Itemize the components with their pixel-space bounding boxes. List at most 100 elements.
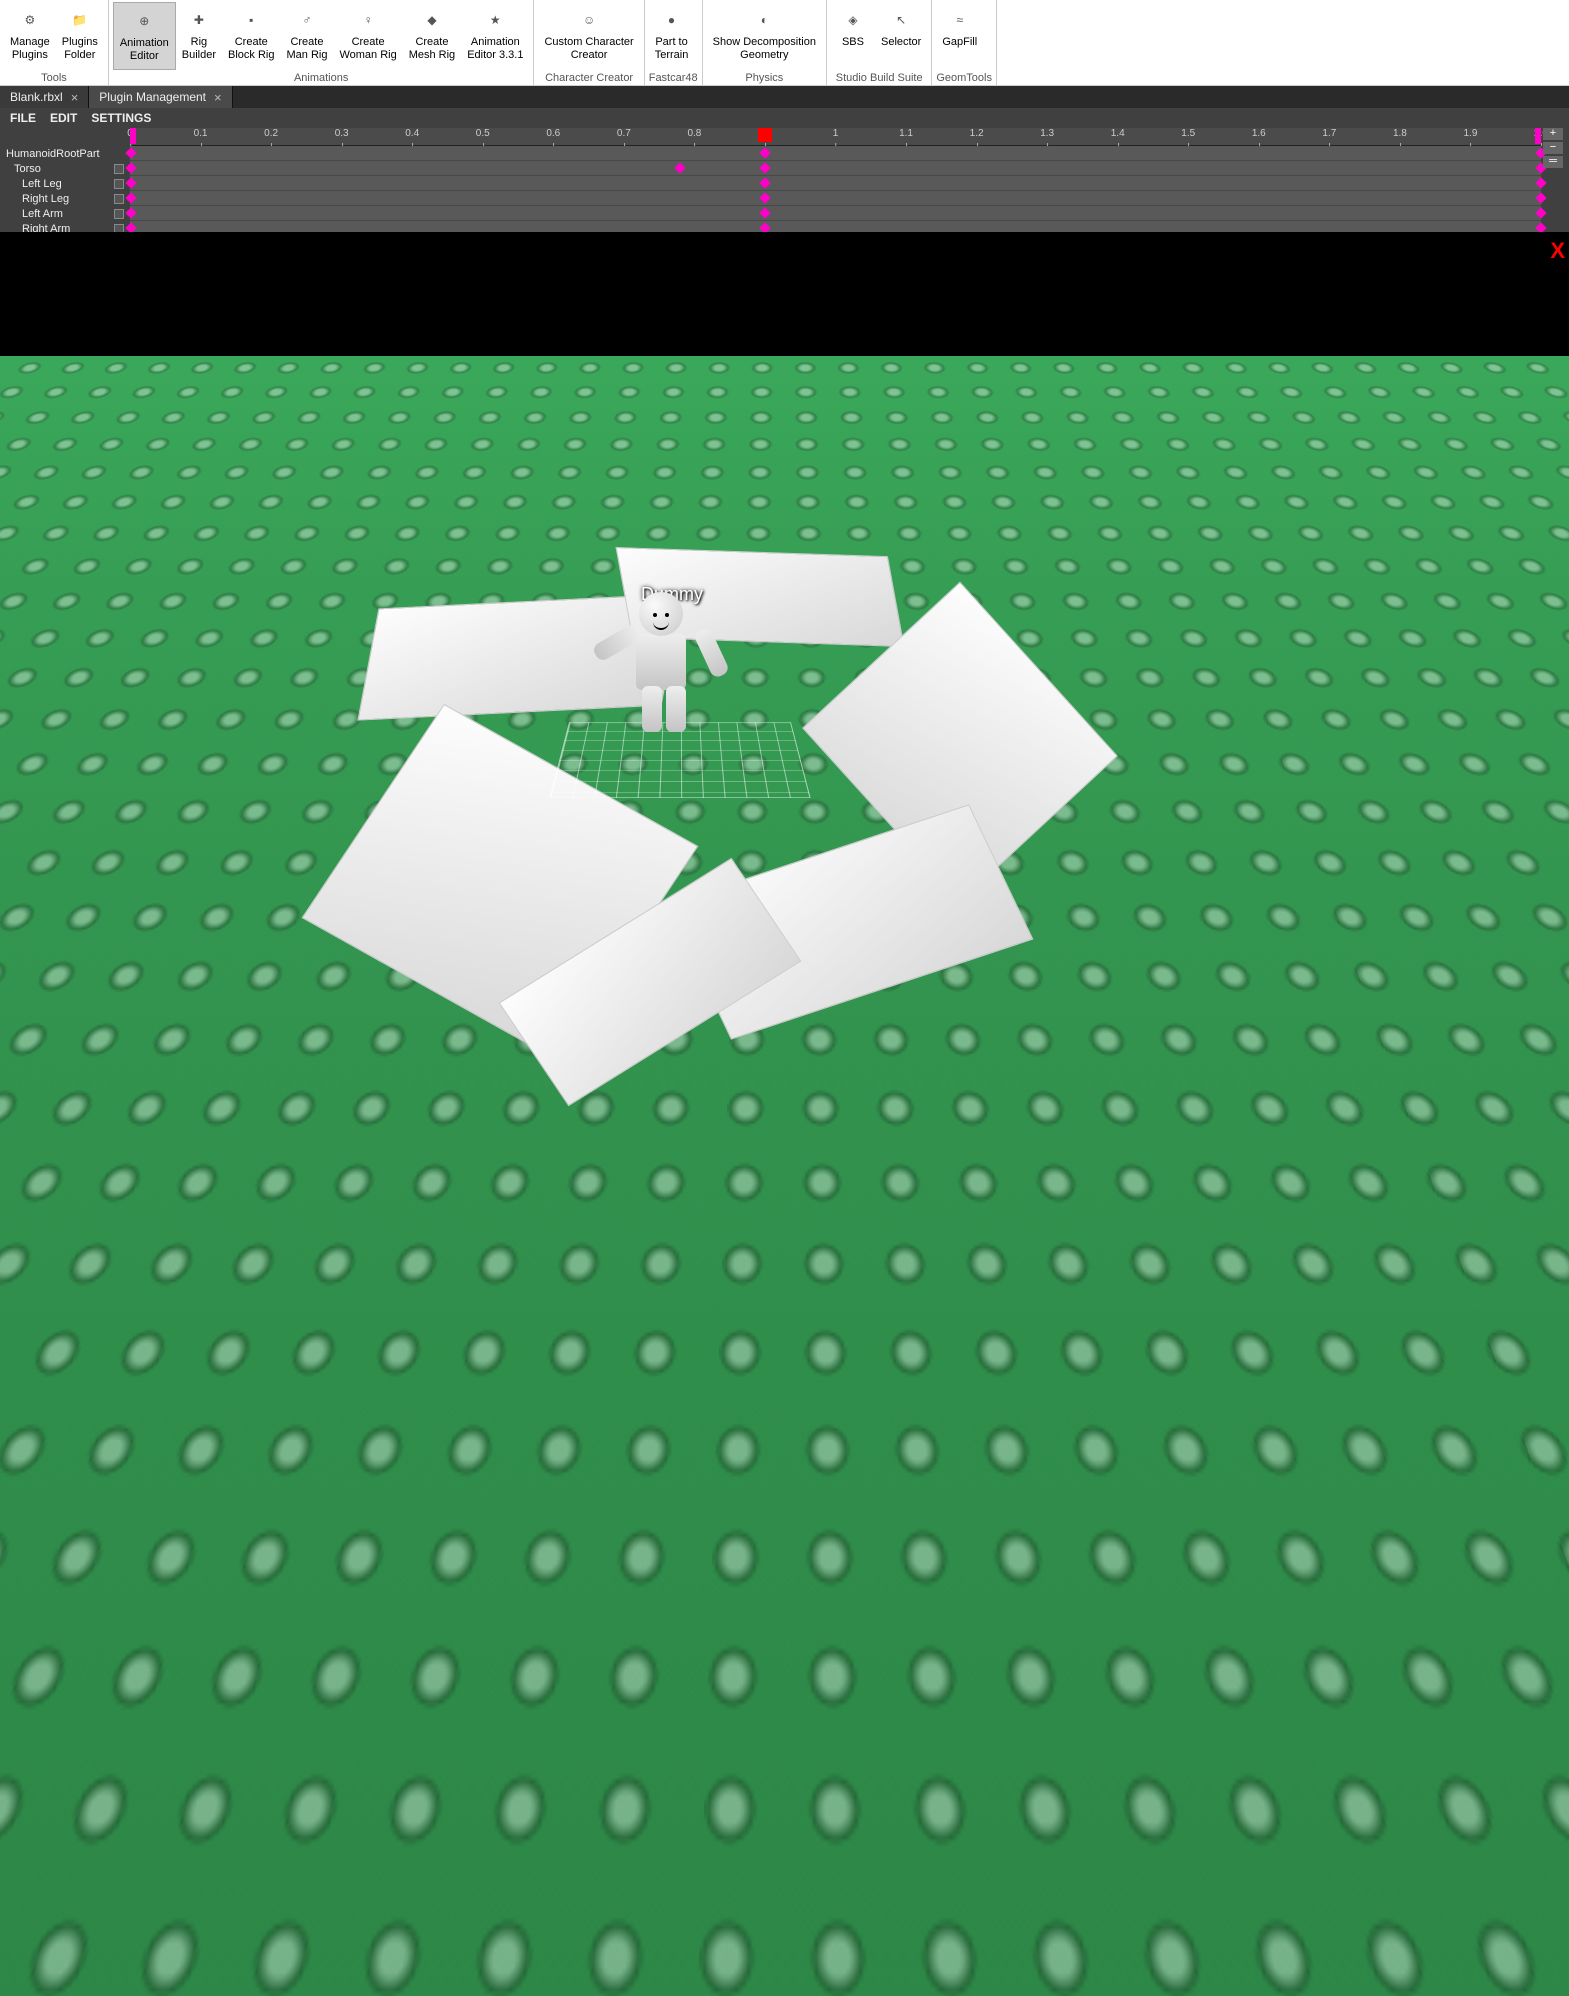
track-row[interactable]: Left Leg	[0, 176, 130, 191]
ribbon-button-selector[interactable]: ↖ Selector	[875, 2, 927, 70]
track-visibility-checkbox[interactable]	[114, 194, 124, 204]
close-animation-editor-button[interactable]: X	[1550, 238, 1565, 264]
ruler-tick: 1.5	[1181, 128, 1195, 139]
close-tab-icon[interactable]: ×	[71, 90, 79, 105]
ruler-tick: 0.8	[687, 128, 701, 139]
playhead[interactable]	[758, 128, 772, 142]
anim-menu-settings[interactable]: SETTINGS	[91, 111, 151, 125]
zoom-in-button[interactable]: +	[1543, 128, 1563, 140]
character-head	[639, 592, 683, 636]
ribbon-group-tools: ⚙Manage Plugins📁Plugins FolderTools	[0, 0, 109, 85]
range-end-handle[interactable]	[1535, 128, 1541, 144]
ribbon-toolbar: ⚙Manage Plugins📁Plugins FolderTools⊕Anim…	[0, 0, 1569, 86]
anim-editor-menu: FILE EDIT SETTINGS	[0, 108, 1569, 128]
ribbon-button-create-woman-rig[interactable]: ♀Create Woman Rig	[333, 2, 402, 70]
track-row[interactable]: Left Arm	[0, 206, 130, 221]
ribbon-button-show-decomposition-geometry[interactable]: ◐Show Decomposition Geometry	[707, 2, 822, 70]
ribbon-button-label: Create Mesh Rig	[409, 36, 455, 62]
ribbon-button-create-man-rig[interactable]: ♂Create Man Rig	[280, 2, 333, 70]
tab-label: Plugin Management	[99, 90, 206, 104]
ruler-tick: 1	[833, 128, 839, 139]
ribbon-group-fastcar48: ●Part to TerrainFastcar48	[645, 0, 703, 85]
ruler-tick: 0.7	[617, 128, 631, 139]
track-name-label: Left Leg	[22, 178, 62, 190]
ribbon-group-label: Animations	[113, 70, 530, 85]
track-row[interactable]: Torso	[0, 161, 130, 176]
ribbon-button-gapfill[interactable]: ≈ GapFill	[936, 2, 983, 70]
3d-viewport[interactable]: Dummy	[0, 232, 1569, 998]
selector-icon: ↖	[887, 6, 915, 34]
man-rig-icon: ♂	[293, 6, 321, 34]
track-visibility-checkbox[interactable]	[114, 179, 124, 189]
sbs-icon: ◈	[839, 6, 867, 34]
ribbon-button-animation-editor[interactable]: ⊕Animation Editor	[113, 2, 176, 70]
ribbon-group-label: Character Creator	[538, 70, 639, 85]
document-tabs: Blank.rbxl × Plugin Management ×	[0, 86, 1569, 108]
ribbon-button-label: Create Man Rig	[286, 36, 327, 62]
ribbon-button-label: Plugins Folder	[62, 36, 98, 62]
rig-icon: ✚	[185, 6, 213, 34]
zoom-out-button[interactable]: −	[1543, 142, 1563, 154]
ribbon-button-custom-character-creator[interactable]: ☺Custom Character Creator	[538, 2, 639, 70]
animation-icon: ⊕	[130, 7, 158, 35]
document-tab[interactable]: Plugin Management ×	[89, 86, 232, 108]
ribbon-button-part-to-terrain[interactable]: ●Part to Terrain	[649, 2, 695, 70]
track-name-label: Torso	[14, 163, 41, 175]
ruler-tick: 1.1	[899, 128, 913, 139]
ribbon-button-label: Animation Editor 3.3.1	[467, 36, 523, 62]
tab-label: Blank.rbxl	[10, 90, 63, 104]
ribbon-button-label: Animation Editor	[120, 37, 169, 63]
creator-icon: ☺	[575, 6, 603, 34]
anim331-icon: ★	[481, 6, 509, 34]
ruler-tick: 1.8	[1393, 128, 1407, 139]
track-row[interactable]: HumanoidRootPart	[0, 146, 130, 161]
ribbon-group-physics: ◐Show Decomposition GeometryPhysics	[703, 0, 827, 85]
ribbon-button-create-mesh-rig[interactable]: ◆Create Mesh Rig	[403, 2, 461, 70]
track-row[interactable]: Right Leg	[0, 191, 130, 206]
keyframe-lane[interactable]	[130, 146, 1541, 161]
ruler-tick: 1.7	[1322, 128, 1336, 139]
keyframe-lane[interactable]	[130, 161, 1541, 176]
ribbon-button-label: Show Decomposition Geometry	[713, 36, 816, 62]
timeline-drag-handle[interactable]: ═	[1543, 156, 1563, 168]
keyframe-lane[interactable]	[130, 176, 1541, 191]
gapfill-icon: ≈	[946, 6, 974, 34]
ribbon-group-label: Physics	[707, 70, 822, 85]
ribbon-button-label: Create Block Rig	[228, 36, 274, 62]
document-tab[interactable]: Blank.rbxl ×	[0, 86, 89, 108]
ribbon-group-label: Studio Build Suite	[831, 70, 927, 85]
ribbon-button-sbs[interactable]: ◈SBS	[831, 2, 875, 70]
track-visibility-checkbox[interactable]	[114, 164, 124, 174]
ribbon-button-rig-builder[interactable]: ✚Rig Builder	[176, 2, 222, 70]
range-start-handle[interactable]	[130, 128, 136, 144]
ruler-tick: 1.3	[1040, 128, 1054, 139]
animation-editor-panel: FILEEDITSETTINGS 00.10.20.30.40.50.60.70…	[0, 108, 1569, 232]
dummy-character[interactable]	[636, 592, 686, 690]
ruler-tick: 0.4	[405, 128, 419, 139]
ribbon-group-character-creator: ☺Custom Character CreatorCharacter Creat…	[534, 0, 644, 85]
ribbon-button-label: GapFill	[942, 36, 977, 49]
close-tab-icon[interactable]: ×	[214, 90, 222, 105]
ribbon-button-animation-editor-3.3.1[interactable]: ★Animation Editor 3.3.1	[461, 2, 529, 70]
ruler-tick: 0.1	[194, 128, 208, 139]
anim-menu-edit[interactable]: EDIT	[50, 111, 77, 125]
ribbon-button-create-block-rig[interactable]: ▪Create Block Rig	[222, 2, 280, 70]
animation-grid	[549, 722, 810, 797]
ruler-tick: 0.6	[546, 128, 560, 139]
ribbon-button-label: Selector	[881, 36, 921, 49]
anim-menu-file[interactable]: FILE	[10, 111, 36, 125]
folder-icon: 📁	[66, 6, 94, 34]
ribbon-button-manage-plugins[interactable]: ⚙Manage Plugins	[4, 2, 56, 70]
character-right-leg	[666, 686, 686, 732]
timeline-ruler[interactable]: 00.10.20.30.40.50.60.70.80.911.11.21.31.…	[130, 128, 1541, 146]
keyframe-lane[interactable]	[130, 206, 1541, 221]
track-name-label: Right Leg	[22, 193, 69, 205]
decomposition-geometry-ring	[310, 542, 1090, 1062]
ribbon-button-plugins-folder[interactable]: 📁Plugins Folder	[56, 2, 104, 70]
ribbon-button-label: Custom Character Creator	[544, 36, 633, 62]
gear-icon: ⚙	[16, 6, 44, 34]
keyframe-lane[interactable]	[130, 191, 1541, 206]
track-name-label: Left Arm	[22, 208, 63, 220]
character-left-leg	[642, 686, 662, 732]
track-visibility-checkbox[interactable]	[114, 209, 124, 219]
